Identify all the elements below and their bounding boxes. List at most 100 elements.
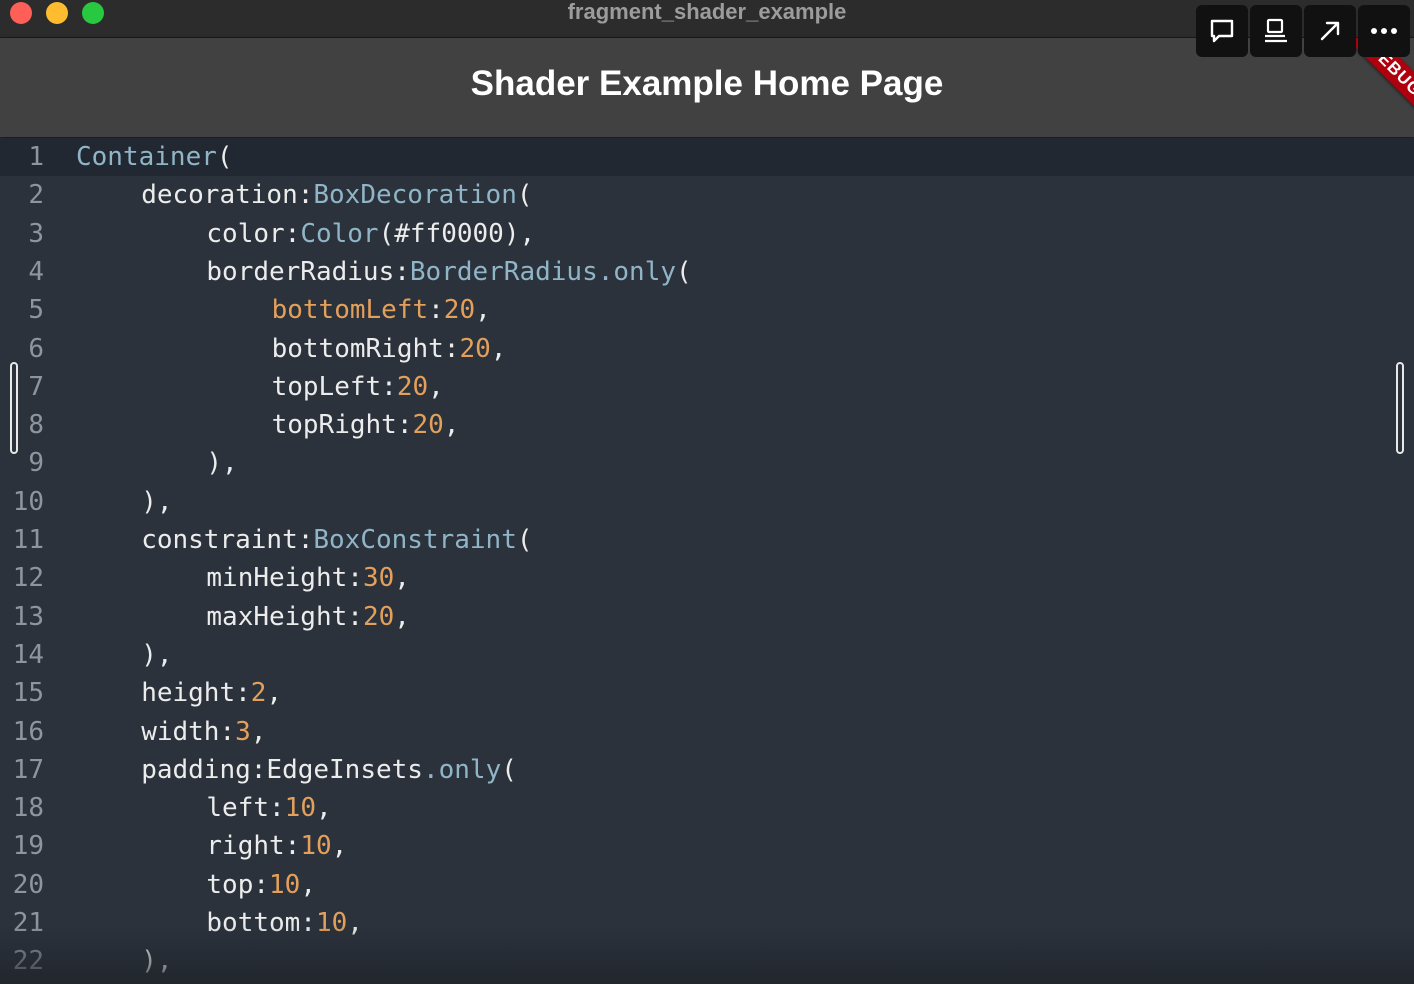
devtools-toolbar [1196,5,1410,57]
line-number: 22 [12,946,44,977]
code-token: ( [501,754,517,785]
line-number: 14 [12,639,44,670]
code-line[interactable]: 11 constraint:BoxConstraint( [0,521,1414,559]
code-line[interactable]: 19 right:10, [0,827,1414,865]
code-token: 10 [284,793,316,824]
code-token: topRight: [271,410,413,441]
code-line[interactable]: 12 minHeight:30, [0,559,1414,597]
code-line[interactable]: 6 bottomRight:20, [0,330,1414,368]
line-number: 19 [12,831,44,862]
code-line[interactable]: 20 top:10, [0,866,1414,904]
code-token: ( [516,180,533,211]
code-text: ), [141,942,172,980]
code-text: ), [141,636,172,674]
code-text: right:10, [206,827,347,865]
code-token: ( [516,525,533,555]
line-number: 7 [28,371,44,402]
code-line[interactable]: 18 left:10, [0,789,1414,827]
code-text: bottom:10, [206,904,363,942]
line-number: 11 [12,525,44,555]
code-token: 10 [269,869,301,900]
code-text: ), [141,483,172,521]
code-line[interactable]: 16 width:3, [0,713,1414,751]
code-line[interactable]: 3 color:Color(#ff0000), [0,215,1414,253]
code-token: , [490,333,507,364]
code-text: ), [206,444,237,482]
code-token: , [443,410,460,441]
code-token: bottom: [206,908,316,938]
code-line[interactable]: 5 bottomLeft:20, [0,291,1414,329]
code-token: 20 [459,333,491,364]
line-number: 4 [28,256,44,287]
code-text: top:10, [206,866,316,904]
code-line[interactable]: 2 decoration:BoxDecoration( [0,176,1414,214]
page-title: Shader Example Home Page [470,64,944,103]
comment-button[interactable] [1196,5,1248,57]
code-token: , [394,601,410,632]
code-token: height: [141,678,251,709]
left-scrollbar[interactable] [10,362,18,454]
code-token: left: [206,793,285,824]
widget-inspector-icon [1265,18,1287,43]
code-line[interactable]: 13 maxHeight:20, [0,598,1414,636]
code-text: topLeft:20, [272,368,444,406]
code-token: : [428,295,444,326]
code-line[interactable]: 15 height:2, [0,674,1414,712]
line-number: 12 [12,563,44,594]
code-token: constraint: [141,525,314,555]
line-number: 5 [28,295,44,326]
code-token: 30 [362,563,395,594]
code-token: , [394,563,410,594]
code-token: 20 [396,371,429,402]
code-token: width: [141,716,236,747]
comment-icon [1210,19,1234,43]
code-token: bottomRight: [271,333,460,364]
code-line[interactable]: 17 padding:EdgeInsets.only( [0,751,1414,789]
line-number: 1 [28,142,44,172]
code-line[interactable]: 10), [0,483,1414,521]
code-token: 20 [443,295,476,326]
code-line[interactable]: 22), [0,942,1414,980]
line-number: 3 [28,218,44,249]
widget-inspector-button[interactable] [1250,5,1302,57]
more-button[interactable] [1358,5,1410,57]
code-line[interactable]: 4 borderRadius:BorderRadius.only( [0,253,1414,291]
code-line[interactable]: 9), [0,444,1414,482]
code-token: , [315,793,332,824]
line-number: 6 [28,333,44,364]
open-external-button[interactable] [1304,5,1356,57]
code-token: BoxDecoration [313,180,517,211]
code-text: maxHeight:20, [206,598,410,636]
code-line[interactable]: 21 bottom:10, [0,904,1414,942]
code-token: , [300,869,316,900]
line-number: 13 [12,601,44,632]
code-token: 20 [412,410,444,441]
code-token: , [347,908,363,938]
code-token: , [266,678,283,709]
code-token: borderRadius: [206,256,410,287]
code-token: Container [76,142,217,172]
right-scrollbar[interactable] [1396,362,1404,454]
code-text: topRight:20, [272,406,460,444]
open-external-icon [1320,21,1340,41]
code-line[interactable]: 14), [0,636,1414,674]
code-text: constraint:BoxConstraint( [141,521,532,559]
code-token: decoration: [141,180,314,211]
code-text: padding:EdgeInsets.only( [141,751,517,789]
line-number: 16 [12,716,44,747]
code-line[interactable]: 1 Container( [0,138,1414,176]
code-token: ), [141,639,173,670]
code-line[interactable]: 7 topLeft:20, [0,368,1414,406]
code-text: Container( [76,138,233,176]
code-token: 3 [235,716,251,747]
code-token: , [475,295,491,326]
code-token: (#ff0000), [378,218,536,249]
code-editor[interactable]: 1 Container(2 decoration:BoxDecoration(3 co… [0,138,1414,984]
code-token: , [250,716,267,747]
code-token: topLeft: [271,371,397,402]
code-token: ( [676,256,692,287]
code-text: bottomLeft:20, [272,291,491,329]
line-number: 8 [28,410,44,441]
code-line[interactable]: 8 topRight:20, [0,406,1414,444]
code-token: 2 [250,678,267,709]
